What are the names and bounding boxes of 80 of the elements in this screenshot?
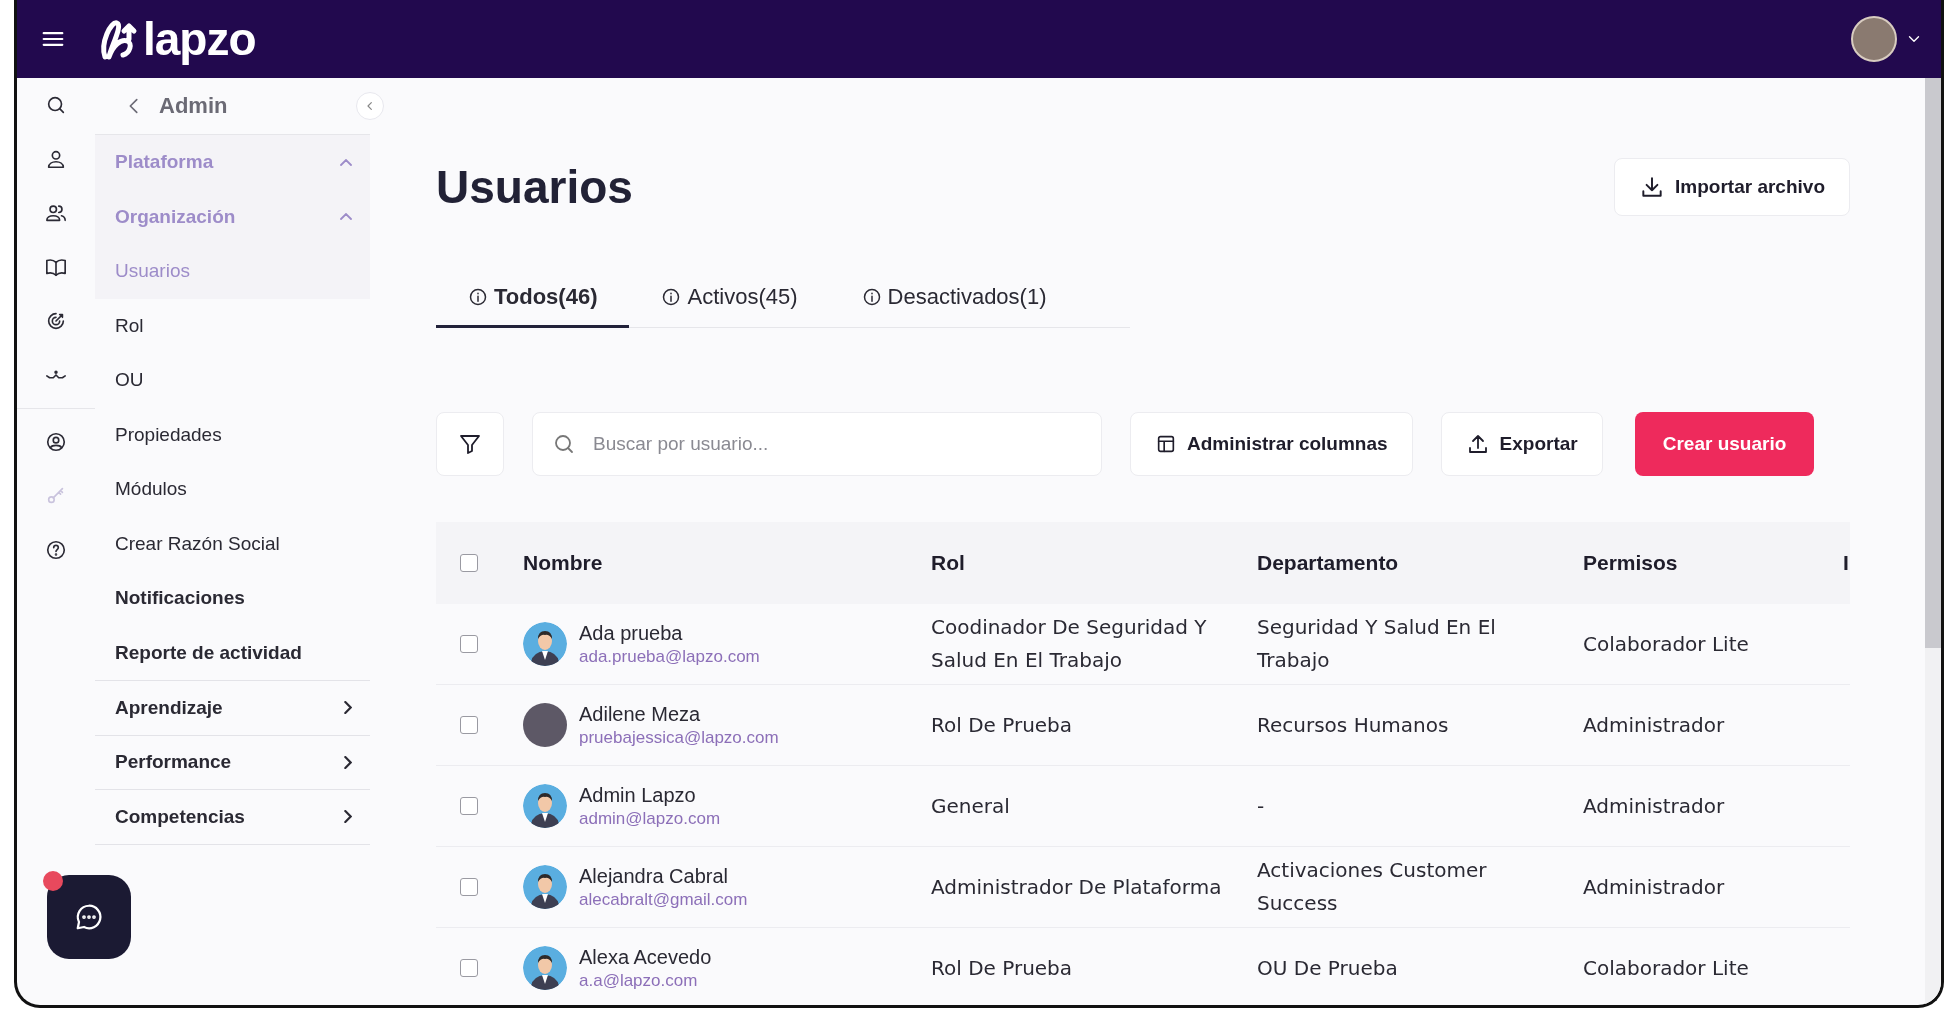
user-name: Ada prueba (579, 621, 684, 646)
user-name: Adilene Meza (579, 702, 702, 727)
table-cell-text: Administrador (1583, 711, 1726, 739)
import-file-button[interactable]: Importar archivo (1614, 158, 1850, 216)
search-icon (45, 94, 67, 116)
table-cell-text: Recursos Humanos (1257, 711, 1450, 739)
column-header[interactable]: Nombre (523, 551, 931, 575)
sidebar-item[interactable]: Rol (95, 298, 370, 353)
user-email: pruebajessica@lapzo.com (579, 727, 779, 749)
user-circle-icon (45, 431, 67, 453)
column-header[interactable]: Departamento (1257, 551, 1583, 575)
table-cell-text: Rol De Prueba (931, 711, 1074, 739)
users-icon (45, 202, 67, 224)
row-checkbox[interactable] (460, 959, 478, 977)
tab[interactable]: Desactivados(1) (829, 268, 1079, 328)
column-header[interactable]: I (1843, 551, 1850, 575)
tab[interactable]: Todos(46) (436, 268, 630, 328)
row-checkbox[interactable] (460, 716, 478, 734)
table-cell-text: Activaciones Customer Success (1257, 857, 1488, 917)
table-cell-text: Seguridad Y Salud En El Trabajo (1257, 614, 1497, 674)
filter-icon (458, 432, 482, 456)
sidebar-item[interactable]: Notificaciones (95, 571, 370, 626)
tab[interactable]: Activos(45) (629, 268, 830, 328)
row-checkbox[interactable] (460, 635, 478, 653)
chat-icon (74, 902, 104, 932)
info-icon (661, 286, 682, 307)
info-icon (468, 286, 488, 307)
user-email: a.a@lapzo.com (579, 970, 699, 992)
sidebar-item[interactable]: Módulos (95, 462, 370, 517)
chevron-up-icon (340, 158, 352, 166)
sidebar-item[interactable]: OU (95, 353, 370, 408)
user-avatar[interactable] (1851, 16, 1897, 62)
collapse-sidebar-button[interactable] (356, 92, 384, 120)
select-all-checkbox[interactable] (460, 554, 478, 572)
scrollbar[interactable] (1925, 78, 1941, 1005)
column-header[interactable]: Permisos (1583, 551, 1843, 575)
filter-button[interactable] (436, 412, 504, 476)
table-cell-text: - (1257, 792, 1266, 820)
help-icon (45, 539, 67, 561)
user-name: Alexa Acevedo (579, 945, 712, 970)
chevron-up-icon (340, 213, 352, 221)
table-cell-text: Colaborador Lite (1583, 630, 1750, 658)
notification-dot (43, 871, 63, 891)
table-cell-text: Administrador De Plataforma (931, 873, 1223, 901)
user-name: Admin Lapzo (579, 783, 697, 808)
column-header[interactable]: Rol (931, 551, 1257, 575)
back-link[interactable]: Admin (159, 93, 228, 119)
row-checkbox[interactable] (460, 878, 478, 896)
create-user-button[interactable]: Crear usuario (1634, 412, 1815, 476)
user-name: Alejandra Cabral (579, 864, 729, 889)
sidebar-item[interactable]: Crear Razón Social (95, 516, 370, 571)
chevron-right-icon (344, 755, 352, 769)
table-cell-text: Rol De Prueba (931, 954, 1074, 982)
user-email: alecabralt@gmail.com (579, 889, 748, 911)
table-cell-text: General (931, 792, 1011, 820)
row-checkbox[interactable] (460, 797, 478, 815)
brand-name: lapzo (143, 12, 256, 66)
target-icon (45, 310, 67, 332)
columns-icon (1155, 433, 1177, 455)
sidebar-item[interactable]: Aprendizaje (95, 680, 370, 735)
chevron-right-icon (344, 810, 352, 824)
info-icon (861, 286, 882, 307)
table-cell-text: Coodinador De Seguridad Y Salud En El Trabajo (931, 614, 1208, 674)
sidebar-item[interactable]: Performance (95, 734, 370, 789)
user-email: ada.prueba@lapzo.com (579, 646, 760, 668)
chevron-right-icon (344, 701, 352, 715)
table-cell-text: Administrador (1583, 873, 1726, 901)
user-icon (45, 148, 67, 170)
table-cell-text: OU De Prueba (1257, 954, 1399, 982)
search-field[interactable]: Buscar por usuario... (532, 412, 1102, 476)
sidebar-item[interactable]: Propiedades (95, 407, 370, 462)
sidebar-item[interactable]: Competencias (95, 789, 370, 844)
manage-columns-button[interactable]: Administrar columnas (1130, 412, 1413, 476)
book-icon (45, 256, 67, 278)
table-cell-text: Administrador (1583, 792, 1726, 820)
user-email: admin@lapzo.com (579, 808, 721, 830)
sidebar-item[interactable]: Reporte de actividad (95, 625, 370, 680)
table-cell-text: Colaborador Lite (1583, 954, 1750, 982)
page-title: Usuarios (436, 160, 633, 214)
export-button[interactable]: Exportar (1440, 412, 1603, 476)
